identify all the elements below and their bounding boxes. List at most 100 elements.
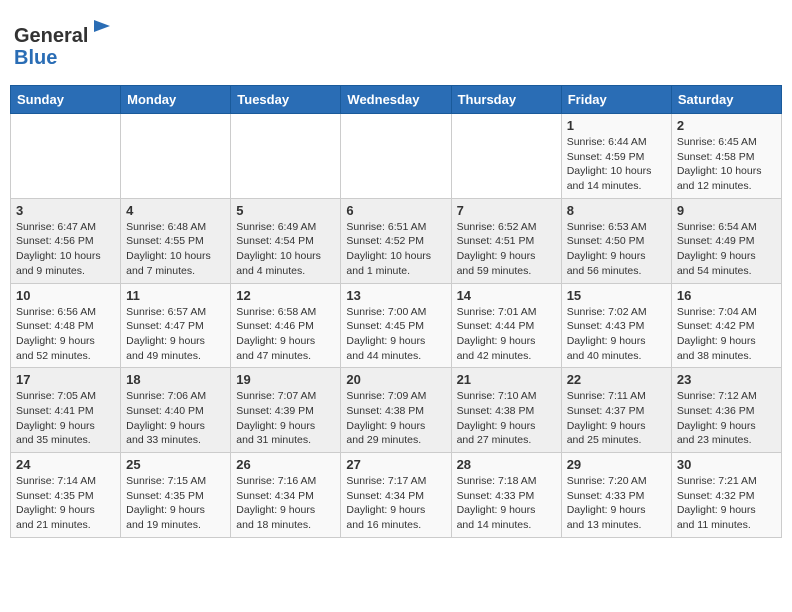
day-number: 29 [567, 457, 666, 472]
calendar-cell: 17Sunrise: 7:05 AM Sunset: 4:41 PM Dayli… [11, 368, 121, 453]
day-number: 18 [126, 372, 225, 387]
calendar-cell: 10 Sunrise: 6:56 AM Sunset: 4:48 PM Dayli… [11, 283, 121, 368]
day-info: Sunrise: 7:04 AM Sunset: 4:42 PM Dayligh… [677, 305, 776, 364]
weekday-header-saturday: Saturday [671, 86, 781, 114]
calendar-cell: 29Sunrise: 7:20 AM Sunset: 4:33 PM Dayli… [561, 453, 671, 538]
week-row-2: 10 Sunrise: 6:56 AM Sunset: 4:48 PM Dayli… [11, 283, 782, 368]
calendar-cell: 23Sunrise: 7:12 AM Sunset: 4:36 PM Dayli… [671, 368, 781, 453]
day-number: 2 [677, 118, 776, 133]
day-info: Sunrise: 6:44 AM Sunset: 4:59 PM Dayligh… [567, 135, 666, 194]
calendar-cell: 11 Sunrise: 6:57 AM Sunset: 4:47 PM Dayli… [121, 283, 231, 368]
calendar-cell: 26Sunrise: 7:16 AM Sunset: 4:34 PM Dayli… [231, 453, 341, 538]
day-info: Sunrise: 7:02 AM Sunset: 4:43 PM Dayligh… [567, 305, 666, 364]
day-number: 27 [346, 457, 445, 472]
calendar-cell: 21 Sunrise: 7:10 AM Sunset: 4:38 PM Dayli… [451, 368, 561, 453]
calendar-cell: 7 Sunrise: 6:52 AM Sunset: 4:51 PM Daylig… [451, 198, 561, 283]
day-info: Sunrise: 7:18 AM Sunset: 4:33 PM Dayligh… [457, 474, 556, 533]
day-number: 8 [567, 203, 666, 218]
week-row-4: 24 Sunrise: 7:14 AM Sunset: 4:35 PM Dayli… [11, 453, 782, 538]
calendar-cell: 16 Sunrise: 7:04 AM Sunset: 4:42 PM Dayli… [671, 283, 781, 368]
calendar-cell: 3 Sunrise: 6:47 AM Sunset: 4:56 PM Daylig… [11, 198, 121, 283]
calendar-cell: 22Sunrise: 7:11 AM Sunset: 4:37 PM Dayli… [561, 368, 671, 453]
day-info: Sunrise: 6:48 AM Sunset: 4:55 PM Dayligh… [126, 220, 225, 279]
calendar-cell: 4 Sunrise: 6:48 AM Sunset: 4:55 PM Daylig… [121, 198, 231, 283]
calendar-cell: 6 Sunrise: 6:51 AM Sunset: 4:52 PM Daylig… [341, 198, 451, 283]
weekday-header-tuesday: Tuesday [231, 86, 341, 114]
day-number: 7 [457, 203, 556, 218]
day-info: Sunrise: 7:00 AM Sunset: 4:45 PM Dayligh… [346, 305, 445, 364]
day-info: Sunrise: 7:21 AM Sunset: 4:32 PM Dayligh… [677, 474, 776, 533]
day-number: 10 [16, 288, 115, 303]
day-info: Sunrise: 6:47 AM Sunset: 4:56 PM Dayligh… [16, 220, 115, 279]
day-info: Sunrise: 7:14 AM Sunset: 4:35 PM Dayligh… [16, 474, 115, 533]
day-info: Sunrise: 6:51 AM Sunset: 4:52 PM Dayligh… [346, 220, 445, 279]
day-info: Sunrise: 7:07 AM Sunset: 4:39 PM Dayligh… [236, 389, 335, 448]
day-info: Sunrise: 6:56 AM Sunset: 4:48 PM Dayligh… [16, 305, 115, 364]
calendar-cell: 30 Sunrise: 7:21 AM Sunset: 4:32 PM Dayli… [671, 453, 781, 538]
day-number: 24 [16, 457, 115, 472]
calendar-cell: 9 Sunrise: 6:54 AM Sunset: 4:49 PM Daylig… [671, 198, 781, 283]
day-info: Sunrise: 6:49 AM Sunset: 4:54 PM Dayligh… [236, 220, 335, 279]
calendar-table: SundayMondayTuesdayWednesdayThursdayFrid… [10, 85, 782, 538]
calendar-cell: 12 Sunrise: 6:58 AM Sunset: 4:46 PM Dayli… [231, 283, 341, 368]
day-info: Sunrise: 7:16 AM Sunset: 4:34 PM Dayligh… [236, 474, 335, 533]
day-number: 13 [346, 288, 445, 303]
day-number: 28 [457, 457, 556, 472]
weekday-header-friday: Friday [561, 86, 671, 114]
calendar-cell: 14 Sunrise: 7:01 AM Sunset: 4:44 PM Dayli… [451, 283, 561, 368]
day-info: Sunrise: 6:52 AM Sunset: 4:51 PM Dayligh… [457, 220, 556, 279]
logo-blue-text: Blue [14, 47, 114, 69]
header: General Blue [10, 10, 782, 77]
day-number: 15 [567, 288, 666, 303]
day-info: Sunrise: 7:12 AM Sunset: 4:36 PM Dayligh… [677, 389, 776, 448]
calendar-cell: 18Sunrise: 7:06 AM Sunset: 4:40 PM Dayli… [121, 368, 231, 453]
day-number: 30 [677, 457, 776, 472]
day-number: 14 [457, 288, 556, 303]
calendar-cell: 8 Sunrise: 6:53 AM Sunset: 4:50 PM Daylig… [561, 198, 671, 283]
logo-text: General [14, 18, 114, 47]
day-number: 6 [346, 203, 445, 218]
day-info: Sunrise: 6:53 AM Sunset: 4:50 PM Dayligh… [567, 220, 666, 279]
day-info: Sunrise: 7:15 AM Sunset: 4:35 PM Dayligh… [126, 474, 225, 533]
calendar-cell: 20 Sunrise: 7:09 AM Sunset: 4:38 PM Dayli… [341, 368, 451, 453]
calendar-cell: 19Sunrise: 7:07 AM Sunset: 4:39 PM Dayli… [231, 368, 341, 453]
weekday-header-thursday: Thursday [451, 86, 561, 114]
day-number: 21 [457, 372, 556, 387]
day-number: 22 [567, 372, 666, 387]
day-number: 5 [236, 203, 335, 218]
day-info: Sunrise: 6:58 AM Sunset: 4:46 PM Dayligh… [236, 305, 335, 364]
day-info: Sunrise: 7:01 AM Sunset: 4:44 PM Dayligh… [457, 305, 556, 364]
calendar-cell: 15 Sunrise: 7:02 AM Sunset: 4:43 PM Dayli… [561, 283, 671, 368]
calendar-cell [121, 114, 231, 199]
calendar-cell: 28 Sunrise: 7:18 AM Sunset: 4:33 PM Dayli… [451, 453, 561, 538]
day-info: Sunrise: 7:09 AM Sunset: 4:38 PM Dayligh… [346, 389, 445, 448]
weekday-header-monday: Monday [121, 86, 231, 114]
calendar-cell: 25Sunrise: 7:15 AM Sunset: 4:35 PM Dayli… [121, 453, 231, 538]
day-number: 3 [16, 203, 115, 218]
day-number: 11 [126, 288, 225, 303]
day-number: 16 [677, 288, 776, 303]
day-info: Sunrise: 6:54 AM Sunset: 4:49 PM Dayligh… [677, 220, 776, 279]
day-number: 20 [346, 372, 445, 387]
day-info: Sunrise: 6:45 AM Sunset: 4:58 PM Dayligh… [677, 135, 776, 194]
day-number: 9 [677, 203, 776, 218]
calendar-cell [341, 114, 451, 199]
day-info: Sunrise: 7:17 AM Sunset: 4:34 PM Dayligh… [346, 474, 445, 533]
calendar-cell [231, 114, 341, 199]
calendar-cell [451, 114, 561, 199]
weekday-header-wednesday: Wednesday [341, 86, 451, 114]
calendar-cell: 2 Sunrise: 6:45 AM Sunset: 4:58 PM Daylig… [671, 114, 781, 199]
week-row-3: 17Sunrise: 7:05 AM Sunset: 4:41 PM Dayli… [11, 368, 782, 453]
logo-general: General [14, 25, 88, 47]
day-number: 17 [16, 372, 115, 387]
day-number: 1 [567, 118, 666, 133]
day-info: Sunrise: 6:57 AM Sunset: 4:47 PM Dayligh… [126, 305, 225, 364]
day-number: 4 [126, 203, 225, 218]
day-info: Sunrise: 7:10 AM Sunset: 4:38 PM Dayligh… [457, 389, 556, 448]
week-row-1: 3 Sunrise: 6:47 AM Sunset: 4:56 PM Daylig… [11, 198, 782, 283]
week-row-0: 1 Sunrise: 6:44 AM Sunset: 4:59 PM Daylig… [11, 114, 782, 199]
weekday-header-sunday: Sunday [11, 86, 121, 114]
calendar-cell: 13 Sunrise: 7:00 AM Sunset: 4:45 PM Dayli… [341, 283, 451, 368]
day-number: 12 [236, 288, 335, 303]
calendar-cell: 24 Sunrise: 7:14 AM Sunset: 4:35 PM Dayli… [11, 453, 121, 538]
